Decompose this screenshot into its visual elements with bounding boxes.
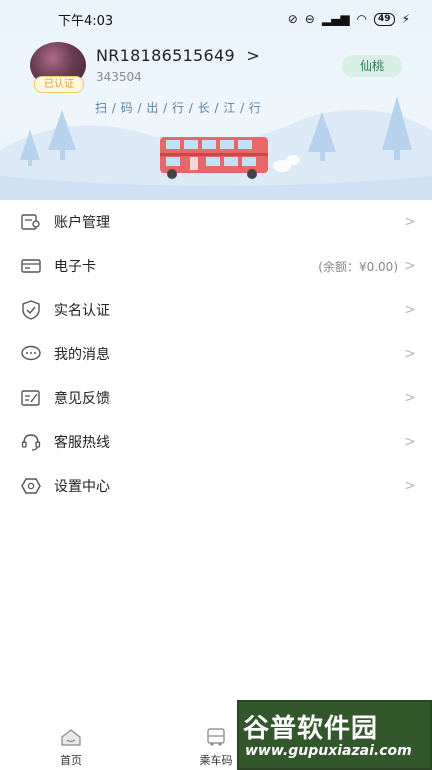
menu-label: 意见反馈 [54, 391, 110, 407]
chevron-right-icon: > [404, 478, 416, 494]
bus-icon [205, 728, 227, 750]
status-bar: 下午4:03 ⊘ ⊖ ▂▄▆ ◠ 49 ⚡ [0, 0, 432, 38]
chevron-right-icon: > [404, 434, 416, 450]
headset-icon [20, 431, 42, 453]
menu-item-messages[interactable]: 我的消息 > [0, 332, 432, 376]
balance-text: (余额：¥0.00) [318, 259, 398, 274]
menu-label: 电子卡 [54, 259, 96, 275]
home-icon [60, 728, 82, 750]
account-icon [20, 211, 42, 233]
tab-label: 乘车码 [199, 754, 233, 767]
settings-menu: 账户管理 > 电子卡 (余额：¥0.00) > 实名认证 > 我的消息 > 意见… [0, 200, 432, 508]
watermark-title: 谷普软件园 [243, 714, 379, 744]
menu-label: 实名认证 [54, 303, 110, 319]
city-tag-button[interactable]: 仙桃 [342, 55, 402, 77]
menu-item-settings[interactable]: 设置中心 > [0, 464, 432, 508]
chevron-right-icon: > [404, 346, 416, 362]
chevron-right-icon: > [404, 258, 416, 274]
site-watermark: 谷普软件园 www.gupuxiazai.com [237, 700, 432, 770]
tab-home[interactable]: 首页 [36, 728, 106, 768]
chevron-right-icon: > [404, 390, 416, 406]
watermark-url: www.gupuxiazai.com [245, 743, 412, 759]
chevron-right-icon: > [404, 214, 416, 230]
menu-label: 客服热线 [54, 435, 110, 451]
status-icons: ⊘ ⊖ ▂▄▆ ◠ 49 ⚡ [288, 12, 410, 26]
wifi-icon: ◠ [356, 12, 368, 26]
username-text: NR18186515649 [96, 46, 235, 65]
tab-label: 首页 [60, 754, 82, 767]
dnd-icon: ⊖ [304, 12, 315, 26]
profile-username[interactable]: NR18186515649 > [96, 46, 260, 65]
menu-label: 账户管理 [54, 215, 110, 231]
message-icon [20, 343, 42, 365]
link-icon: ⊘ [287, 12, 298, 26]
user-id: 343504 [96, 70, 142, 84]
charging-icon: ⚡ [401, 12, 410, 26]
menu-label: 设置中心 [54, 479, 110, 495]
menu-item-account[interactable]: 账户管理 > [0, 200, 432, 244]
feedback-icon [20, 387, 42, 409]
settings-icon [20, 475, 42, 497]
menu-item-feedback[interactable]: 意见反馈 > [0, 376, 432, 420]
signal-icon: ▂▄▆ [321, 12, 350, 26]
verified-badge: 已认证 [34, 76, 84, 93]
menu-item-verification[interactable]: 实名认证 > [0, 288, 432, 332]
slogan-text: 扫 / 码 / 出 / 行 / 长 / 江 / 行 [95, 101, 262, 115]
menu-label: 我的消息 [54, 347, 110, 363]
chevron-right-icon: > [404, 302, 416, 318]
menu-item-hotline[interactable]: 客服热线 > [0, 420, 432, 464]
shield-check-icon [20, 299, 42, 321]
chevron-right-icon: > [246, 46, 261, 65]
battery-icon: 49 [374, 12, 395, 26]
status-time: 下午4:03 [58, 13, 114, 29]
menu-item-ecard[interactable]: 电子卡 (余额：¥0.00) > [0, 244, 432, 288]
card-icon [20, 255, 42, 277]
